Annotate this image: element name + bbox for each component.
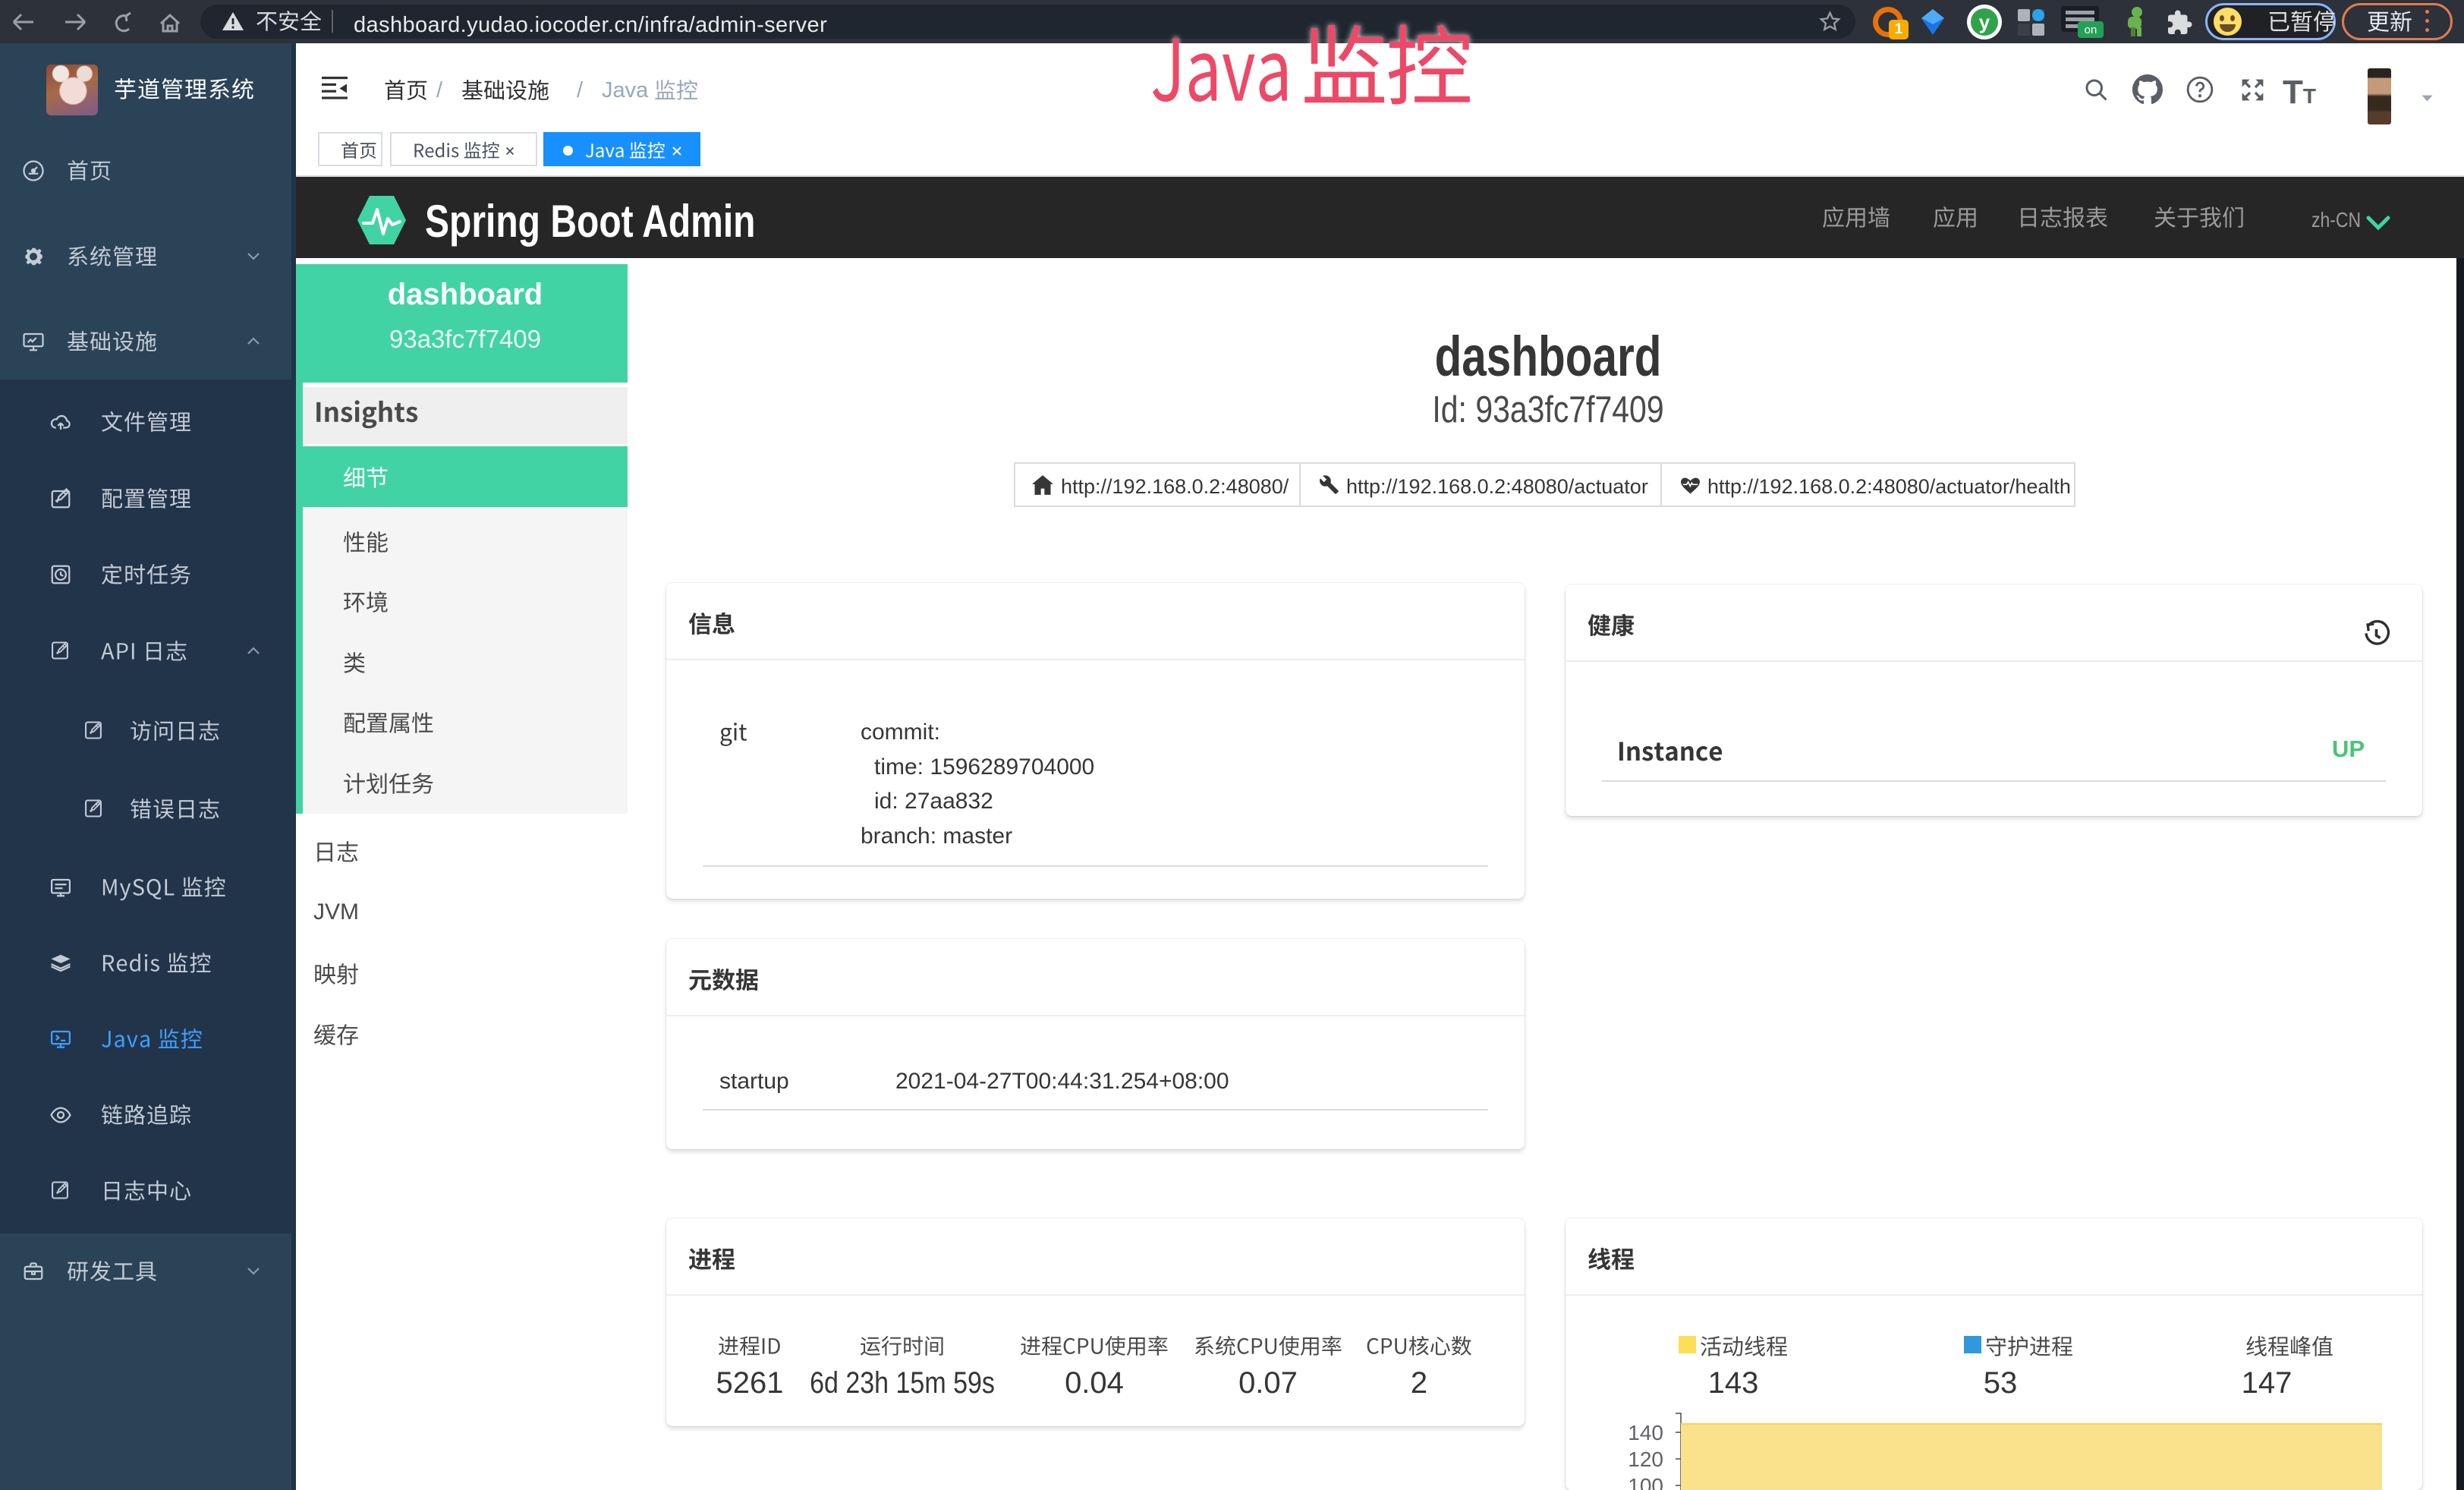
svg-text:120: 120 xyxy=(1628,1447,1663,1471)
svg-text:100: 100 xyxy=(1628,1474,1663,1490)
svg-text:140: 140 xyxy=(1628,1421,1663,1444)
svg-text:on: on xyxy=(2085,24,2097,36)
